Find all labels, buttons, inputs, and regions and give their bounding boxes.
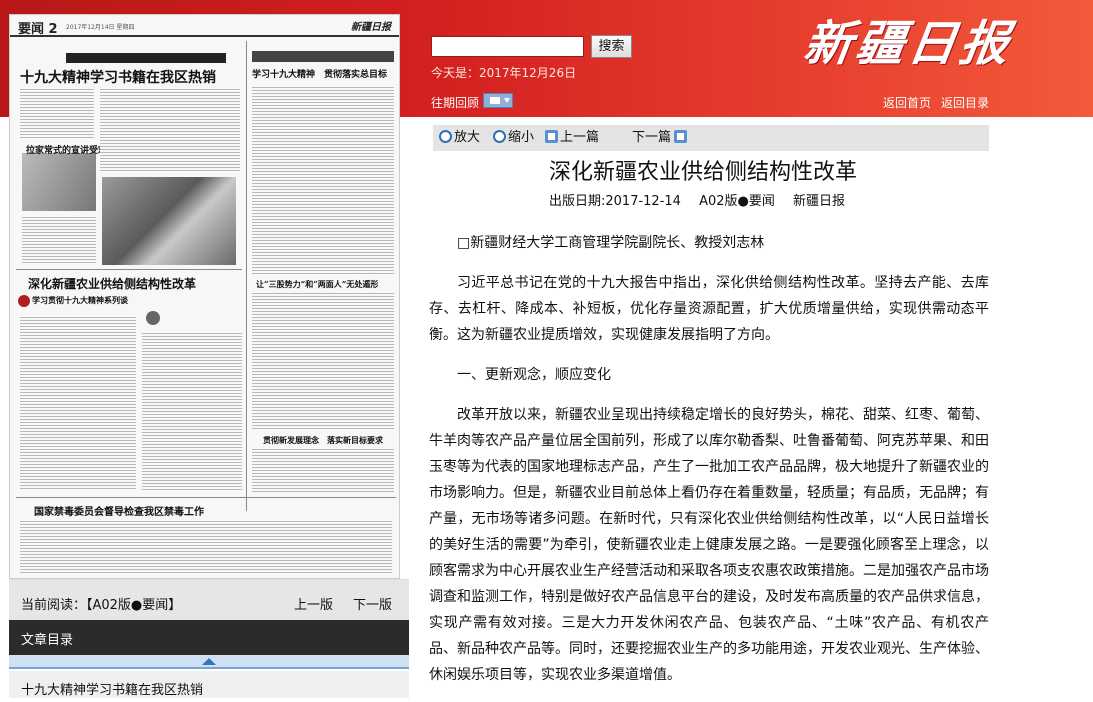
page-headline[interactable]: 贯彻新发展理念 落实新目标要求 [263,435,383,446]
article-body: □新疆财经大学工商管理学院副院长、教授刘志林 习近平总书记在党的十九大报告中指出… [429,230,989,702]
article-paragraph: 习近平总书记在党的十九大报告中指出，深化供给侧结构性改革。坚持去产能、去库存、去… [429,275,989,343]
text-block [100,87,240,173]
section-divider [16,269,242,270]
page-section: 要闻 2 [18,22,58,37]
page-headline[interactable]: 学习贯彻十九大精神系列谈 [32,295,128,306]
current-reading-bar: 当前阅读：【A02版●要闻】 上一版 下一版 [9,579,409,620]
article-list-item-label[interactable]: 十九大精神学习书籍在我区热销 [21,679,203,698]
page-headline[interactable]: 深化新疆农业供给侧结构性改革 [28,275,196,292]
next-article-label: 下一篇 [632,130,672,145]
text-block [252,447,394,493]
page-banner-strip [252,51,394,62]
article-list-item[interactable]: 十九大精神学习书籍在我区热销 [9,671,409,698]
page-photo [102,177,236,265]
today-date: 今天是：2017年12月26日 [431,66,577,80]
article-meta: 出版日期:2017-12-14 A02版●要闻 新疆日报 [549,190,859,209]
next-article-icon [674,130,688,143]
text-block [142,331,242,491]
next-article-button[interactable]: 下一篇 [632,130,688,146]
text-block [252,291,394,429]
article-toolbar: 放大 缩小 上一篇 下一篇 [433,125,989,151]
edition-label: A02版●要闻 [699,194,775,209]
emblem-icon [146,311,160,325]
page-banner-strip [66,53,226,63]
page-headline[interactable]: 十九大精神学习书籍在我区热销 [20,67,216,87]
text-block [20,519,392,575]
publish-date: 出版日期:2017-12-14 [549,194,681,209]
page-headline[interactable]: 让“三股势力”和“两面人”无处遁形 [256,279,378,290]
zoom-in-button[interactable]: 放大 [439,130,480,146]
search-button[interactable]: 搜索 [591,35,632,58]
zoom-in-label: 放大 [454,130,481,145]
archive-label: 往期回顾 [431,96,480,110]
page-headline[interactable]: 学习十九大精神 贯彻落实总目标 [252,67,387,80]
collapse-up-icon[interactable] [202,658,216,665]
article-paragraph: 改革开放以来，新疆农业呈现出持续稳定增长的良好势头，棉花、甜菜、红枣、葡萄、牛羊… [429,407,989,683]
source-label: 新疆日报 [793,194,846,209]
zoom-in-icon [439,130,452,143]
zoom-out-icon [493,130,506,143]
emblem-icon [18,295,30,307]
page-header: 要闻 2 2017年12月14日 星期四 新疆日报 [10,15,399,37]
text-block [20,87,94,139]
next-page-link[interactable]: 下一版 [353,594,392,613]
article-author: □新疆财经大学工商管理学院副院长、教授刘志林 [457,235,765,251]
article-subheading: 一、更新观念，顺应变化 [457,367,611,383]
page-masthead: 新疆日报 [351,22,391,33]
prev-article-button[interactable]: 上一篇 [545,130,599,146]
page-headline[interactable]: 国家禁毒委员会督导检查我区禁毒工作 [34,503,204,518]
search-input[interactable] [431,36,584,57]
newspaper-logo[interactable]: 新疆日报 [800,4,1018,74]
page-date: 2017年12月14日 星期四 [66,24,135,31]
collapse-toggle[interactable] [9,655,409,669]
article-list-header: 文章目录 [9,620,409,655]
prev-article-label: 上一篇 [560,130,600,145]
text-block [20,315,136,491]
newspaper-page-image[interactable]: 要闻 2 2017年12月14日 星期四 新疆日报 十九大精神学习书籍在我区热销… [9,14,400,579]
toc-link[interactable]: 返回目录 [941,94,989,111]
text-block [252,85,394,275]
section-divider [16,497,396,498]
text-block [22,215,96,265]
home-link[interactable]: 返回首页 [883,94,931,111]
calendar-dropdown-icon[interactable] [483,93,513,108]
article-title: 深化新疆农业供给侧结构性改革 [549,160,858,185]
prev-page-link[interactable]: 上一版 [294,594,333,613]
zoom-out-button[interactable]: 缩小 [493,130,534,146]
prev-article-icon [545,130,558,143]
page-photo [22,153,96,211]
article-list-title: 文章目录 [21,633,74,648]
current-page-label: 当前阅读：【A02版●要闻】 [21,598,182,613]
zoom-out-label: 缩小 [508,130,535,145]
column-divider [246,41,247,511]
